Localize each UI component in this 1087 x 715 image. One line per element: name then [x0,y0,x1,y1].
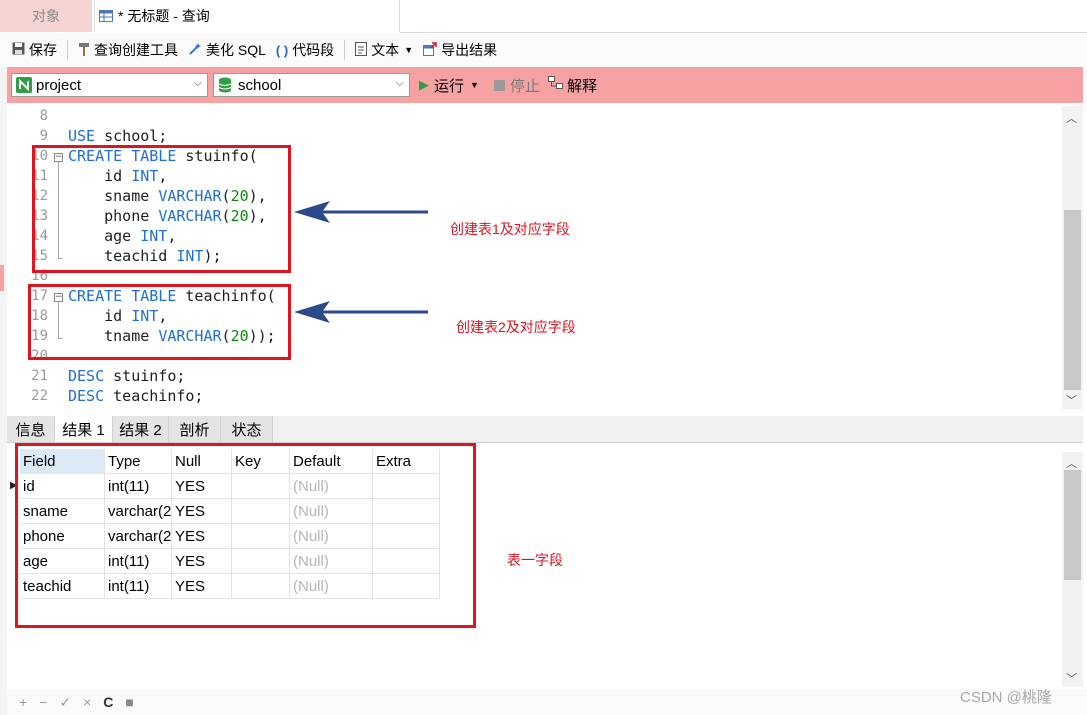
sql-text: stuinfo; [104,367,186,385]
left-margin-marker [0,265,4,291]
beautify-sql-button[interactable]: 美化 SQL [183,33,271,67]
result-tab[interactable]: 结果 1 [55,416,113,442]
save-button[interactable]: 保存 [0,33,62,67]
code-line[interactable]: DESC teachinfo; [68,387,203,405]
scroll-down-icon[interactable]: ﹀ [1066,392,1077,408]
toolbar-divider [344,40,346,60]
export-results-button[interactable]: 导出结果 [418,33,502,67]
line-number: 22 [31,388,48,404]
text-mode-label: 文本 [371,42,400,58]
apply-icon[interactable]: ✓ [59,694,71,711]
explain-icon [548,76,564,94]
refresh-icon[interactable]: C [103,694,113,710]
sql-keyword: USE [68,127,96,145]
query-builder-label: 查询创建工具 [94,42,178,58]
play-icon: ▶ [419,77,429,92]
parentheses-icon: ( ) [275,42,289,58]
beautify-sql-label: 美化 SQL [206,42,266,58]
chevron-down-icon: ⌵ [193,77,202,89]
discard-icon[interactable]: × [83,694,91,710]
run-label: 运行 [434,77,465,95]
toolbar-divider [67,40,68,60]
explain-button[interactable]: 解释 [548,73,597,97]
annotation-box-fields [15,443,476,628]
sql-keyword: DESC [68,387,105,405]
result-tab[interactable]: 结果 2 [113,416,169,442]
scroll-up-icon[interactable]: ︿ [1066,455,1077,471]
tab-objects[interactable]: 对象 [0,0,92,32]
code-line[interactable]: USE school; [68,127,167,145]
export-icon [423,41,437,59]
database-select[interactable]: school ⌵ [213,73,410,97]
connection-select[interactable]: project ⌵ [11,73,208,97]
sql-text: teachinfo; [104,387,204,405]
result-tab[interactable]: 剖析 [169,416,221,442]
stop-icon[interactable]: ■ [125,694,133,710]
editor-scrollbar-thumb[interactable] [1064,210,1081,390]
query-builder-button[interactable]: 查询创建工具 [73,33,183,67]
connection-select-value: project [36,76,82,94]
document-icon [355,41,368,59]
tab-bar-empty-area [400,0,1087,33]
query-icon [99,9,113,23]
line-number: 9 [39,128,48,144]
annotation-table2-label: 创建表2及对应字段 [456,319,576,335]
annotation-box-table2 [28,284,291,360]
sql-text: school; [95,127,168,145]
annotation-arrows [294,201,428,323]
add-record-icon[interactable]: + [19,694,27,710]
grid-scrollbar-thumb[interactable] [1064,470,1081,580]
scroll-up-icon[interactable]: ︿ [1066,110,1077,126]
code-snippet-button[interactable]: ( ) 代码段 [271,33,339,67]
text-mode-button[interactable]: 文本 ▼ [350,33,418,67]
save-label: 保存 [29,42,57,58]
export-results-label: 导出结果 [441,42,498,58]
watermark: CSDN @桃隆 [960,689,1052,706]
magic-wand-icon [188,42,202,59]
tab-objects-label: 对象 [32,8,60,24]
result-tab-bar: 信息 结果 1 结果 2 剖析 状态 [7,416,1083,443]
code-line[interactable]: DESC stuinfo; [68,367,185,385]
database-icon [218,77,234,93]
result-tab[interactable]: 信息 [7,416,55,442]
code-snippet-label: 代码段 [292,42,335,58]
run-button[interactable]: ▶ 运行 ▼ [419,73,479,97]
annotation-table1-label: 创建表1及对应字段 [450,221,570,237]
line-number: 8 [39,108,48,124]
tab-query-label: * 无标题 - 查询 [118,8,210,24]
connection-icon [16,77,32,93]
stop-button[interactable]: 停止 [494,73,540,97]
delete-record-icon[interactable]: − [39,694,47,710]
main-toolbar: 保存 查询创建工具 美化 SQL ( ) 代码段 文本 ▼ 导出结果 [0,33,1087,67]
connection-toolbar: project ⌵ school ⌵ ▶ 运行 ▼ 停止 解释 [7,67,1083,103]
chevron-down-icon[interactable]: ▼ [470,80,479,90]
line-number: 21 [31,368,48,384]
left-margin-strip [0,67,7,715]
chevron-down-icon[interactable]: ▼ [404,45,413,55]
save-icon [12,42,25,58]
explain-label: 解释 [567,77,598,95]
stop-label: 停止 [510,77,541,95]
sql-keyword: DESC [68,367,105,385]
result-tab[interactable]: 状态 [221,416,273,442]
grid-nav-bar: + − ✓ × C ■ [7,689,1087,715]
annotation-fields-label: 表一字段 [507,552,563,568]
stop-icon [494,79,505,91]
chevron-down-icon: ⌵ [395,77,404,89]
scroll-down-icon[interactable]: ﹀ [1066,670,1077,686]
tab-query[interactable]: * 无标题 - 查询 [94,0,400,32]
hammer-icon [78,42,90,59]
database-select-value: school [238,76,282,94]
annotation-box-table1 [32,145,291,273]
